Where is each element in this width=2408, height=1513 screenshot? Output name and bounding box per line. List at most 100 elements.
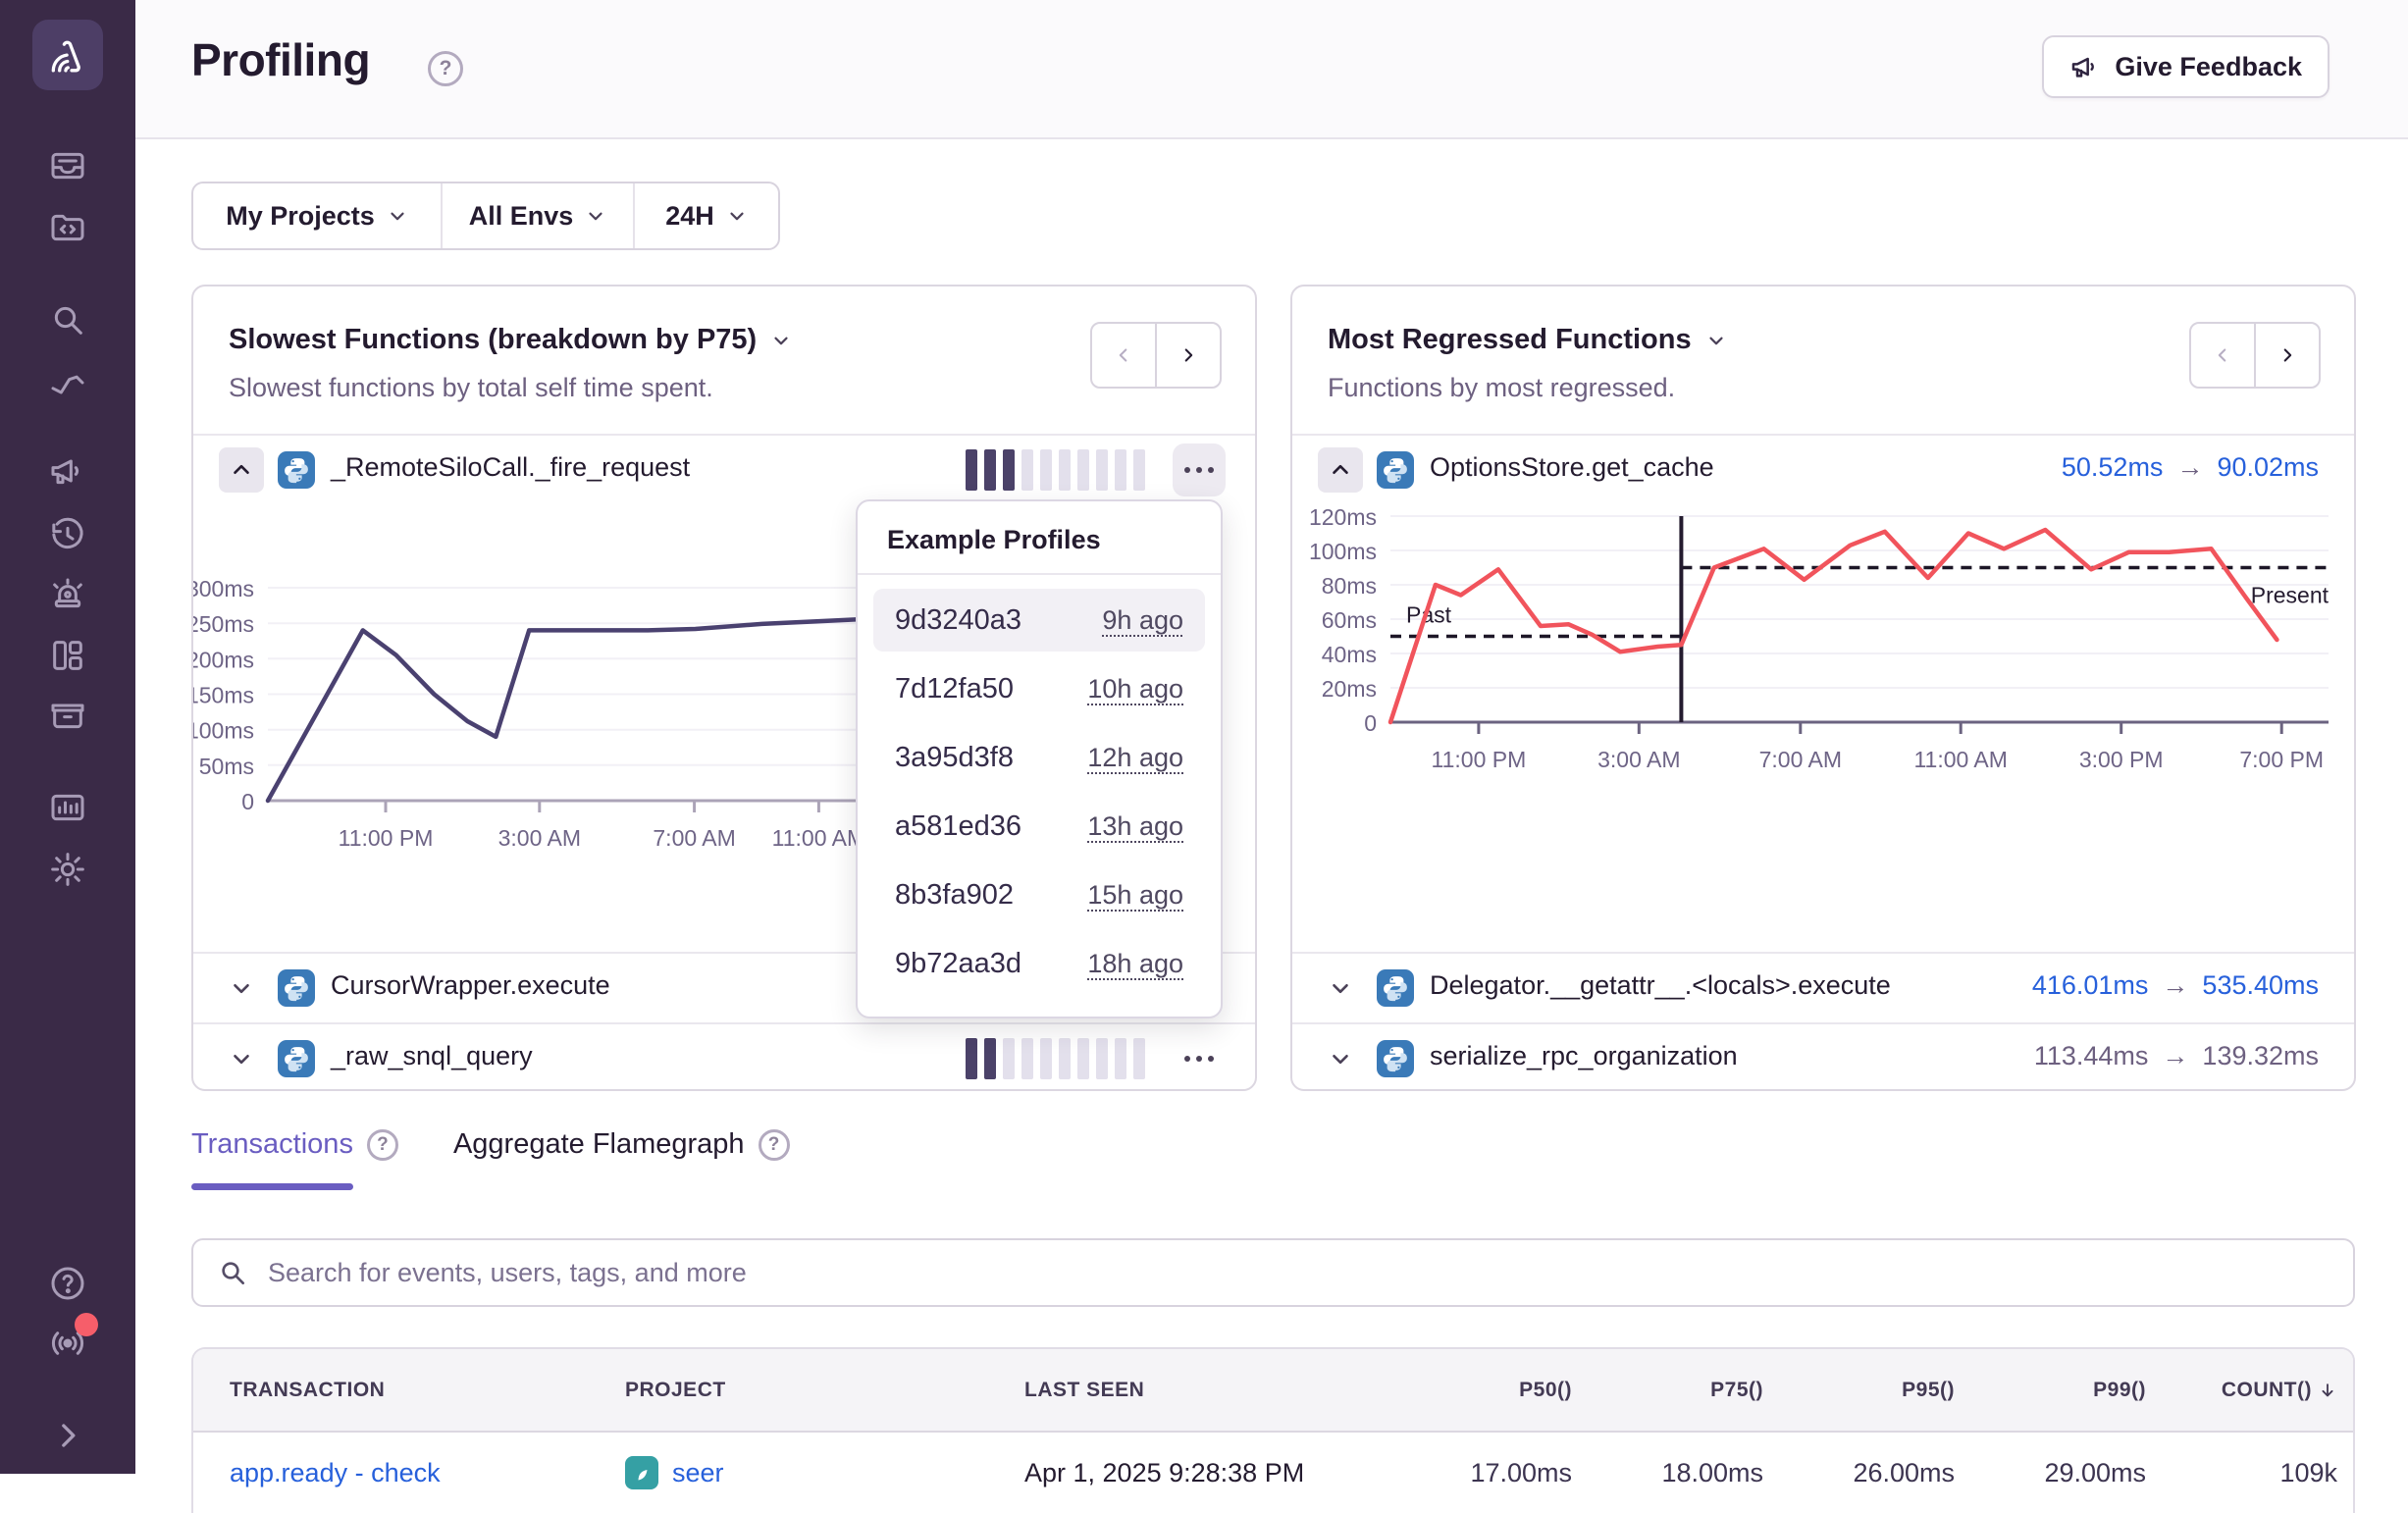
table-row[interactable]: app.ready - check seer Apr 1, 2025 9:28:…	[193, 1433, 2353, 1513]
search-input[interactable]	[266, 1257, 2329, 1289]
sidebar-item-help[interactable]	[0, 1264, 135, 1303]
sidebar-item-stats[interactable]	[0, 788, 135, 827]
environment-filter[interactable]: All Envs	[441, 183, 633, 248]
col-p99[interactable]: P99()	[1955, 1379, 2146, 1402]
svg-text:11:00 AM: 11:00 AM	[1913, 747, 2007, 772]
sidebar-item-issues[interactable]	[0, 146, 135, 185]
environment-filter-label: All Envs	[469, 201, 574, 232]
svg-text:50ms: 50ms	[199, 754, 254, 779]
profile-item[interactable]: 9b72aa3d 18h ago	[873, 932, 1205, 995]
sidebar-item-whats-new[interactable]	[0, 1324, 135, 1363]
chevron-down-icon	[1705, 330, 1727, 351]
transaction-link[interactable]: app.ready - check	[230, 1458, 625, 1488]
function-row[interactable]: _raw_snql_query	[193, 1024, 1255, 1093]
function-name-link[interactable]: OptionsStore.get_cache	[1430, 452, 1714, 483]
after-value[interactable]: 139.32ms	[2202, 1041, 2319, 1071]
function-name-link[interactable]: CursorWrapper.execute	[331, 970, 610, 1001]
projects-filter[interactable]: My Projects	[193, 183, 441, 248]
before-value[interactable]: 113.44ms	[2034, 1041, 2149, 1071]
col-transaction[interactable]: TRANSACTION	[230, 1379, 625, 1402]
expand-row-button[interactable]	[1328, 1046, 1353, 1071]
profiling-help-icon[interactable]: ?	[428, 51, 463, 86]
function-options-button[interactable]	[1173, 1032, 1226, 1085]
table-header: TRANSACTION PROJECT LAST SEEN P50() P75(…	[193, 1349, 2353, 1433]
col-p75[interactable]: P75()	[1572, 1379, 1763, 1402]
aggregate-flamegraph-help-icon[interactable]: ?	[759, 1129, 790, 1161]
sentry-logo[interactable]	[32, 20, 103, 90]
sidebar-item-dashboards[interactable]	[0, 636, 135, 675]
before-value[interactable]: 416.01ms	[2032, 970, 2149, 1001]
sidebar-item-performance[interactable]	[0, 363, 135, 402]
function-name-link[interactable]: Delegator.__getattr__.<locals>.execute	[1430, 970, 1891, 1001]
profile-item[interactable]: 7d12fa50 10h ago	[873, 657, 1205, 720]
sidebar-expand-button[interactable]	[0, 1416, 135, 1455]
profile-age-link[interactable]: 9h ago	[1102, 605, 1183, 636]
profile-id-link[interactable]: 9b72aa3d	[895, 948, 1021, 980]
help-icon	[48, 1264, 87, 1303]
function-name-link[interactable]: serialize_rpc_organization	[1430, 1041, 1738, 1071]
col-count-sort[interactable]: COUNT()	[2146, 1379, 2337, 1402]
chevron-up-icon	[229, 457, 254, 483]
profile-age-link[interactable]: 10h ago	[1087, 674, 1183, 704]
python-icon	[278, 1040, 315, 1077]
function-row[interactable]: Delegator.__getattr__.<locals>.execute 4…	[1292, 954, 2354, 1022]
sidebar-item-user-feedback[interactable]	[0, 451, 135, 491]
chevron-right-icon	[2277, 344, 2298, 366]
profile-age-link[interactable]: 18h ago	[1087, 949, 1183, 979]
profile-age-link[interactable]: 12h ago	[1087, 743, 1183, 773]
profile-age-link[interactable]: 13h ago	[1087, 811, 1183, 842]
function-name-link[interactable]: _raw_snql_query	[331, 1041, 533, 1071]
profile-id-link[interactable]: 8b3fa902	[895, 879, 1014, 912]
profile-item[interactable]: a581ed36 13h ago	[873, 795, 1205, 858]
give-feedback-button[interactable]: Give Feedback	[2042, 35, 2329, 98]
sidebar-item-alerts[interactable]	[0, 575, 135, 614]
regression-values[interactable]: 416.01ms → 535.40ms	[2032, 970, 2319, 1001]
date-range-filter[interactable]: 24H	[633, 183, 778, 248]
profile-id-link[interactable]: a581ed36	[895, 810, 1021, 843]
chevron-left-icon	[1113, 344, 1134, 366]
tab-transactions[interactable]: Transactions ?	[191, 1128, 398, 1161]
collapse-row-button[interactable]	[1318, 447, 1363, 493]
profile-item[interactable]: 3a95d3f8 12h ago	[873, 726, 1205, 789]
regression-values[interactable]: 113.44ms → 139.32ms	[2034, 1041, 2319, 1071]
sidebar-item-releases[interactable]	[0, 696, 135, 735]
function-row[interactable]: _RemoteSiloCall._fire_request	[193, 436, 1255, 504]
prev-page-button[interactable]	[1092, 324, 1155, 387]
function-row[interactable]: serialize_rpc_organization 113.44ms → 13…	[1292, 1024, 2354, 1093]
col-project[interactable]: PROJECT	[625, 1379, 1024, 1402]
sidebar-item-replays[interactable]	[0, 515, 135, 554]
function-options-button[interactable]	[1173, 443, 1226, 496]
most-regressed-title[interactable]: Most Regressed Functions	[1328, 324, 1727, 356]
expand-row-button[interactable]	[229, 1046, 254, 1071]
dashboards-icon	[48, 636, 87, 675]
tab-aggregate-flamegraph[interactable]: Aggregate Flamegraph ?	[453, 1128, 790, 1161]
function-name-link[interactable]: _RemoteSiloCall._fire_request	[331, 452, 690, 483]
after-value[interactable]: 535.40ms	[2202, 970, 2319, 1001]
profile-id-link[interactable]: 9d3240a3	[895, 604, 1021, 637]
profile-item[interactable]: 8b3fa902 15h ago	[873, 863, 1205, 926]
expand-row-button[interactable]	[229, 975, 254, 1001]
before-value[interactable]: 50.52ms	[2062, 452, 2164, 483]
profile-id-link[interactable]: 3a95d3f8	[895, 742, 1014, 774]
next-page-button[interactable]	[2254, 324, 2319, 387]
after-value[interactable]: 90.02ms	[2217, 452, 2319, 483]
col-last-seen[interactable]: LAST SEEN	[1024, 1379, 1381, 1402]
transactions-help-icon[interactable]: ?	[367, 1129, 398, 1161]
profile-id-link[interactable]: 7d12fa50	[895, 673, 1014, 705]
col-p50[interactable]: P50()	[1381, 1379, 1572, 1402]
function-row[interactable]: OptionsStore.get_cache 50.52ms → 90.02ms	[1292, 436, 2354, 504]
expand-row-button[interactable]	[1328, 975, 1353, 1001]
project-name[interactable]: seer	[672, 1458, 724, 1488]
next-page-button[interactable]	[1155, 324, 1220, 387]
collapse-row-button[interactable]	[219, 447, 264, 493]
col-p95[interactable]: P95()	[1763, 1379, 1955, 1402]
sidebar-item-explore[interactable]	[0, 208, 135, 247]
sidebar-item-settings[interactable]	[0, 850, 135, 889]
prev-page-button[interactable]	[2191, 324, 2254, 387]
slowest-functions-title[interactable]: Slowest Functions (breakdown by P75)	[229, 324, 792, 356]
project-cell[interactable]: seer	[625, 1456, 1024, 1489]
profile-age-link[interactable]: 15h ago	[1087, 880, 1183, 911]
profile-item[interactable]: 9d3240a3 9h ago	[873, 589, 1205, 652]
regression-values[interactable]: 50.52ms → 90.02ms	[2062, 452, 2319, 483]
sidebar-item-discover[interactable]	[0, 300, 135, 339]
